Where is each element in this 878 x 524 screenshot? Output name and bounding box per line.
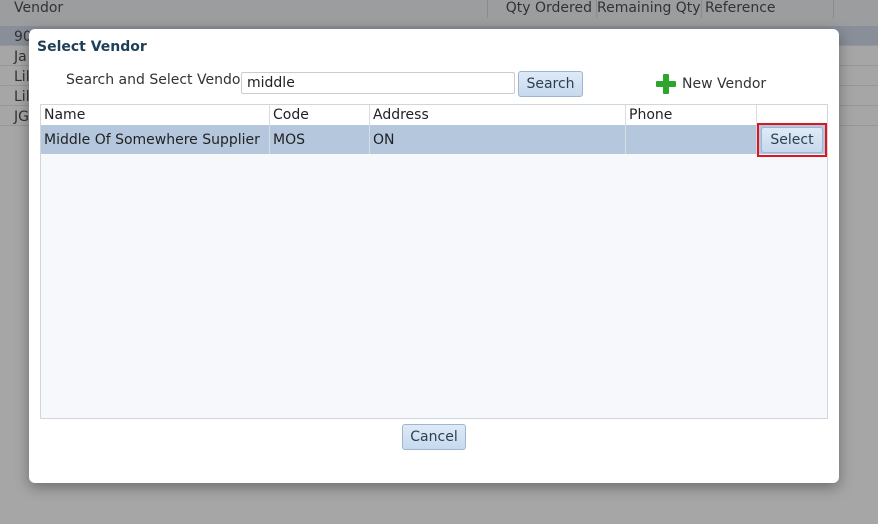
select-vendor-button[interactable]: Select	[761, 127, 823, 153]
cell-phone	[626, 125, 757, 154]
search-button[interactable]: Search	[518, 71, 583, 97]
vendor-results-table: Name Code Address Phone Middle Of Somewh…	[40, 104, 828, 419]
header-name: Name	[41, 105, 270, 125]
new-vendor-label: New Vendor	[682, 76, 767, 92]
vendor-search-input[interactable]	[241, 72, 515, 94]
cell-name: Middle Of Somewhere Supplier	[41, 125, 270, 154]
cell-address: ON	[370, 125, 626, 154]
table-header: Name Code Address Phone	[41, 105, 827, 126]
cell-code: MOS	[270, 125, 370, 154]
search-label: Search and Select Vendor:	[66, 72, 251, 88]
cancel-button[interactable]: Cancel	[402, 424, 466, 450]
new-vendor-link[interactable]: New Vendor	[656, 74, 766, 94]
header-action	[757, 105, 827, 125]
header-phone: Phone	[626, 105, 757, 125]
select-vendor-dialog: Select Vendor Search and Select Vendor: …	[29, 29, 839, 483]
header-code: Code	[270, 105, 370, 125]
dialog-title: Select Vendor	[37, 39, 147, 55]
header-address: Address	[370, 105, 626, 125]
table-row[interactable]: Middle Of Somewhere Supplier MOS ON	[41, 125, 827, 154]
plus-icon	[656, 74, 676, 94]
